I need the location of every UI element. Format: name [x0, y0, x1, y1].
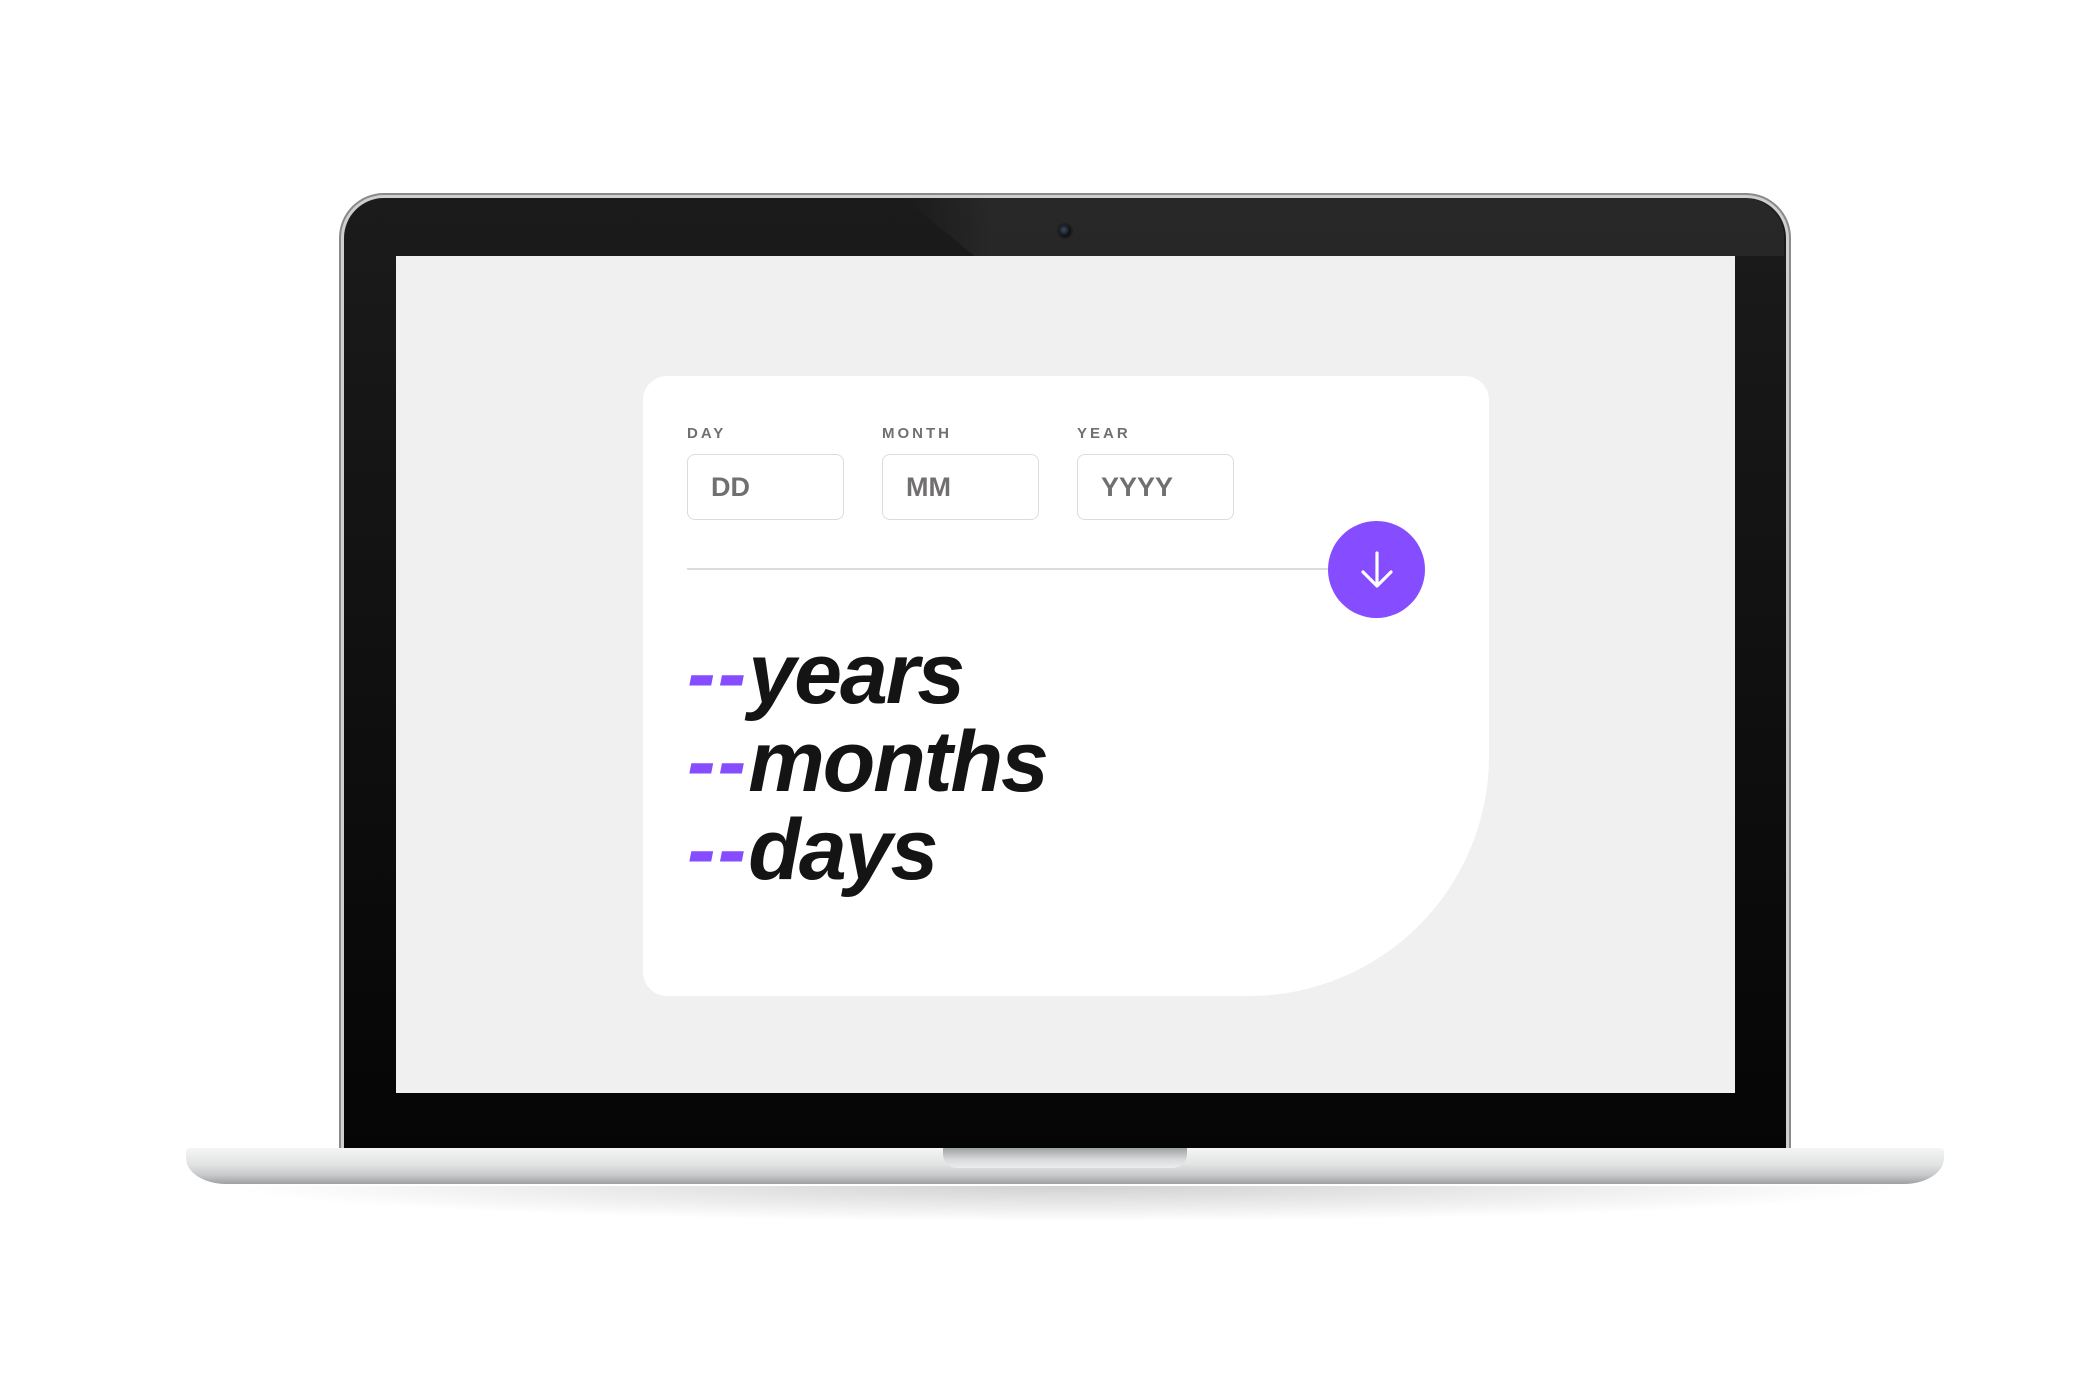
age-calculator-card: DAY MONTH YEAR	[643, 376, 1489, 996]
result-days: -- days	[687, 806, 1047, 894]
result-years: -- years	[687, 630, 1047, 718]
days-unit: days	[748, 802, 938, 898]
lid-glare	[904, 198, 1784, 256]
month-label: MONTH	[882, 425, 952, 442]
years-unit: years	[748, 626, 965, 722]
day-field: DAY	[687, 424, 844, 520]
laptop-screen: DAY MONTH YEAR	[396, 256, 1735, 1093]
years-value: --	[687, 626, 749, 722]
month-input[interactable]	[882, 454, 1039, 520]
result-months: -- months	[687, 714, 1049, 810]
laptop-lid: DAY MONTH YEAR	[344, 198, 1786, 1148]
laptop-mockup: DAY MONTH YEAR	[0, 0, 2100, 1400]
year-input[interactable]	[1077, 454, 1234, 520]
camera-icon	[1059, 225, 1071, 237]
day-label: DAY	[687, 425, 727, 442]
arrow-down-icon	[1360, 550, 1393, 588]
divider	[687, 568, 1391, 570]
year-field: YEAR	[1077, 424, 1234, 520]
month-field: MONTH	[882, 424, 1039, 520]
submit-button[interactable]	[1328, 521, 1425, 618]
day-input[interactable]	[687, 454, 844, 520]
base-shadow	[220, 1186, 1910, 1222]
months-unit: months	[748, 714, 1049, 810]
year-label: YEAR	[1077, 425, 1131, 442]
days-value: --	[687, 802, 749, 898]
results: -- years -- months -- days	[687, 630, 1049, 894]
laptop-base	[186, 1148, 1944, 1184]
date-fields: DAY MONTH YEAR	[687, 424, 1234, 520]
months-value: --	[687, 714, 749, 810]
base-notch	[943, 1148, 1187, 1168]
